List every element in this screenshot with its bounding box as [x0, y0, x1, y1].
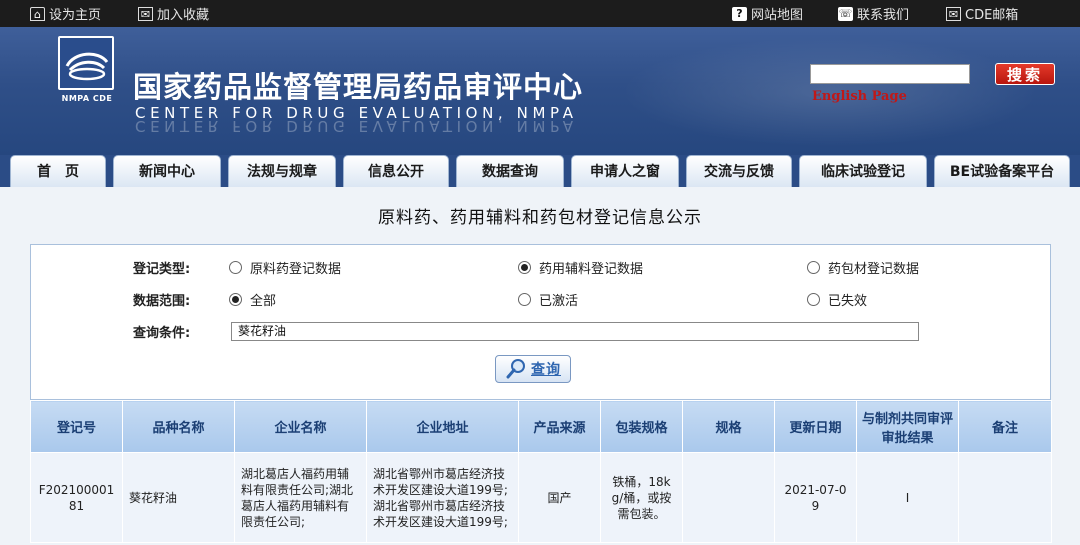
radio-scope-expired[interactable]: 已失效 — [807, 290, 867, 309]
col-header-updated: 更新日期 — [774, 400, 857, 453]
query-button-label: 查询 — [531, 362, 561, 378]
english-page-link[interactable]: English Page — [812, 89, 907, 104]
radio-label: 已激活 — [539, 294, 579, 309]
col-header-packaging: 包装规格 — [600, 400, 683, 453]
mailbox-label: CDE邮箱 — [965, 8, 1019, 23]
query-button[interactable]: 查询 — [495, 355, 571, 383]
cell-name: 葵花籽油 — [122, 452, 235, 543]
radio-type-excipient[interactable]: 药用辅料登记数据 — [518, 258, 643, 277]
cell-reg-no[interactable]: F20210000181 — [30, 452, 123, 543]
magnifier-icon — [506, 359, 525, 379]
nav-tab-applicant[interactable]: 申请人之窗 — [571, 155, 679, 187]
radio-circle — [807, 293, 820, 306]
site-title: 国家药品监督管理局药品审评中心 — [133, 70, 584, 104]
question-icon: ? — [732, 6, 747, 21]
main-nav: 首 页 新闻中心 法规与规章 信息公开 数据查询 申请人之窗 交流与反馈 临床试… — [0, 155, 1080, 187]
nav-tab-home[interactable]: 首 页 — [10, 155, 106, 187]
site-map-label: 网站地图 — [751, 8, 804, 23]
cell-company: 湖北葛店人福药用辅料有限责任公司;湖北葛店人福药用辅料有限责任公司; — [234, 452, 367, 543]
mail-icon: ✉ — [946, 6, 961, 21]
page-title: 原料药、药用辅料和药包材登记信息公示 — [378, 208, 702, 228]
query-form: 登记类型: 原料药登记数据 药用辅料登记数据 药包材登记数据 数据范围: 全部 … — [30, 244, 1051, 400]
col-header-address: 企业地址 — [366, 400, 519, 453]
cell-updated: 2021-07-09 — [774, 452, 857, 543]
radio-scope-active[interactable]: 已激活 — [518, 290, 578, 309]
radio-label: 全部 — [250, 294, 277, 309]
col-header-remark: 备注 — [958, 400, 1052, 453]
contact-us-label: 联系我们 — [857, 8, 910, 23]
radio-circle-selected — [229, 293, 242, 306]
cell-review-result: I — [856, 452, 959, 543]
nav-tab-data-query[interactable]: 数据查询 — [456, 155, 564, 187]
phone-icon: ☏ — [838, 6, 853, 21]
radio-circle-selected — [518, 261, 531, 274]
nav-tab-clinical-trial[interactable]: 临床试验登记 — [799, 155, 927, 187]
cell-spec — [682, 452, 775, 543]
set-home-link[interactable]: ⌂ 设为主页 — [30, 4, 101, 23]
radio-scope-all[interactable]: 全部 — [229, 290, 276, 309]
cell-packaging: 铁桶，18kg/桶，或按需包装。 — [600, 452, 683, 543]
radio-label: 药用辅料登记数据 — [539, 262, 644, 277]
radio-circle — [518, 293, 531, 306]
radio-type-api[interactable]: 原料药登记数据 — [229, 258, 341, 277]
top-bar: ⌂ 设为主页 ✉ 加入收藏 ? 网站地图 ☏ 联系我们 ✉ CDE邮箱 — [0, 0, 1080, 27]
col-header-source: 产品来源 — [518, 400, 601, 453]
logo-emblem-icon — [65, 52, 109, 81]
radio-label: 原料药登记数据 — [250, 262, 342, 277]
col-header-spec: 规格 — [682, 400, 775, 453]
radio-type-packaging[interactable]: 药包材登记数据 — [807, 258, 919, 277]
nav-tab-be-trial[interactable]: BE试验备案平台 — [934, 155, 1070, 187]
table-row[interactable]: F20210000181 葵花籽油 湖北葛店人福药用辅料有限责任公司;湖北葛店人… — [30, 452, 1052, 543]
nav-tab-disclosure[interactable]: 信息公开 — [343, 155, 449, 187]
cell-address: 湖北省鄂州市葛店经济技术开发区建设大道199号;湖北省鄂州市葛店经济技术开发区建… — [366, 452, 519, 543]
cell-source: 国产 — [518, 452, 601, 543]
site-subtitle-reflection: CENTER FOR DRUG EVALUATION, NMPA — [135, 117, 578, 135]
envelope-icon: ✉ — [138, 6, 153, 21]
site-logo[interactable] — [58, 36, 114, 90]
col-header-company: 企业名称 — [234, 400, 367, 453]
add-favorite-link[interactable]: ✉ 加入收藏 — [138, 4, 209, 23]
col-header-review-result: 与制剂共同审评审批结果 — [856, 400, 959, 453]
col-header-name: 品种名称 — [122, 400, 235, 453]
site-search-input[interactable] — [810, 64, 970, 84]
radio-label: 药包材登记数据 — [828, 262, 920, 277]
registration-type-label: 登记类型: — [133, 262, 191, 277]
nav-tab-news[interactable]: 新闻中心 — [113, 155, 221, 187]
site-search-button[interactable]: 搜索 — [995, 63, 1055, 85]
site-map-link[interactable]: ? 网站地图 — [732, 4, 803, 23]
nav-tab-feedback[interactable]: 交流与反馈 — [686, 155, 792, 187]
logo-text: NMPA CDE — [61, 94, 113, 103]
mailbox-link[interactable]: ✉ CDE邮箱 — [946, 4, 1018, 23]
home-icon: ⌂ — [30, 6, 45, 21]
query-condition-input[interactable]: 葵花籽油 — [231, 322, 919, 341]
radio-circle — [807, 261, 820, 274]
nav-tab-regulations[interactable]: 法规与规章 — [228, 155, 336, 187]
col-header-reg-no: 登记号 — [30, 400, 123, 453]
table-header-row: 登记号 品种名称 企业名称 企业地址 产品来源 包装规格 规格 更新日期 与制剂… — [30, 400, 1052, 453]
query-condition-label: 查询条件: — [133, 326, 191, 341]
contact-us-link[interactable]: ☏ 联系我们 — [838, 4, 909, 23]
radio-label: 已失效 — [828, 294, 868, 309]
cell-remark — [958, 452, 1052, 543]
data-scope-label: 数据范围: — [133, 294, 191, 309]
add-favorite-label: 加入收藏 — [157, 8, 210, 23]
set-home-label: 设为主页 — [49, 8, 102, 23]
results-table: 登记号 品种名称 企业名称 企业地址 产品来源 包装规格 规格 更新日期 与制剂… — [30, 400, 1052, 543]
radio-circle — [229, 261, 242, 274]
